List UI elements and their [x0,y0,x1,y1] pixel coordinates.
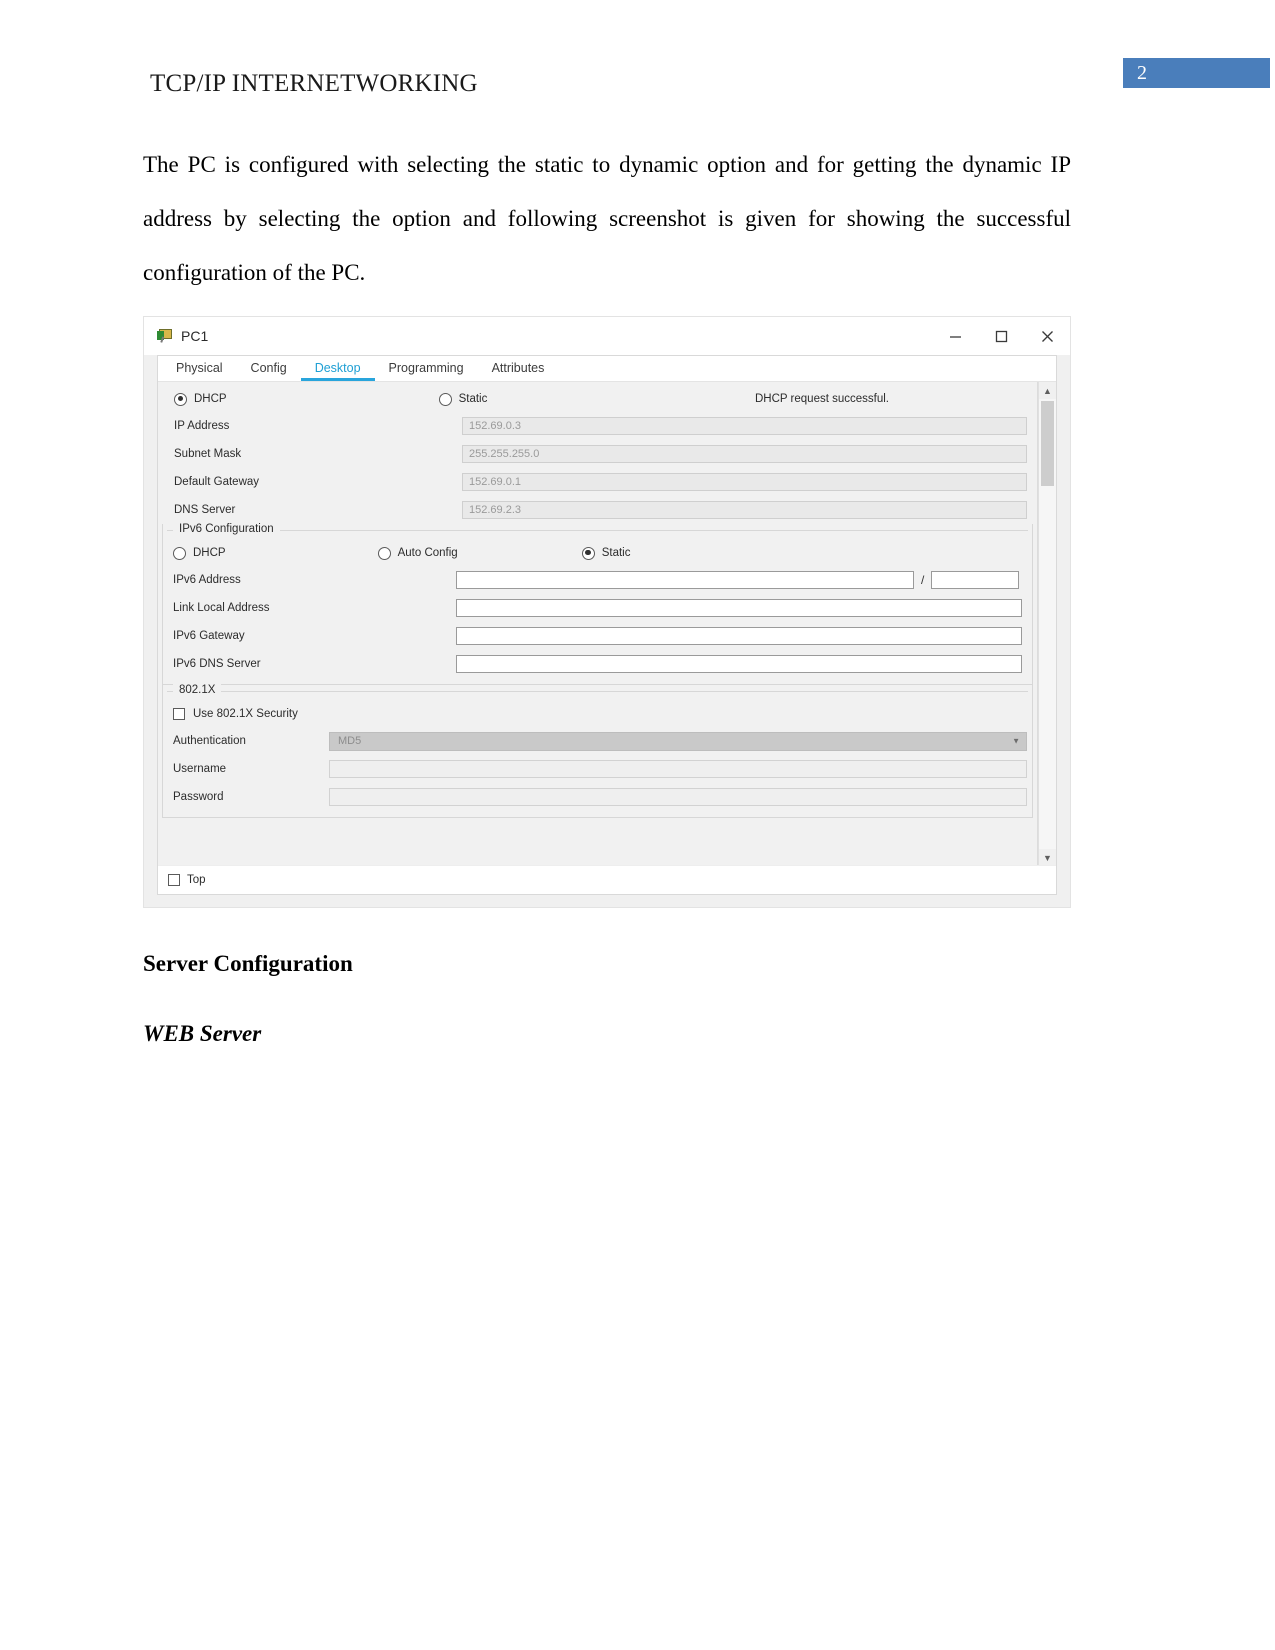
page-number-text: 2 [1137,61,1147,84]
label-ip-address: IP Address [174,420,230,432]
label-ipv6-dns-server: IPv6 DNS Server [173,658,261,670]
window-title-bar: PC1 [144,317,1070,355]
window-footer: Top [158,865,1056,894]
label-ipv6-address: IPv6 Address [173,574,241,586]
radio-ipv4-static-label: Static [458,393,488,405]
window-body: Physical Config Desktop Programming Attr… [157,355,1057,895]
heading-server-configuration: Server Configuration [143,951,353,976]
dropdown-authentication[interactable]: MD5 ▼ [329,731,1027,751]
dot1x-group-header: 802.1X [167,684,1028,697]
input-default-gateway[interactable]: 152.69.0.1 [462,473,1027,491]
input-dns-server[interactable]: 152.69.2.3 [462,501,1027,519]
field-row-ip-address: IP Address 152.69.0.3 [168,412,1027,440]
field-row-username: Username [167,755,1028,783]
input-ipv6-gateway[interactable] [456,627,1022,645]
ipv6-group-title: IPv6 Configuration [173,523,280,535]
dropdown-authentication-value: MD5 [338,735,362,747]
radio-ipv6-auto-config-label: Auto Config [397,547,458,559]
checkbox-use-8021x-security[interactable] [173,708,185,720]
pc-device-icon [157,328,173,346]
field-row-subnet-mask: Subnet Mask 255.255.255.0 [168,440,1027,468]
maximize-icon[interactable] [978,317,1024,355]
label-link-local-address: Link Local Address [173,602,270,614]
scrollbar-thumb[interactable] [1041,401,1054,486]
dot1x-enable-row: Use 802.1X Security [167,697,1028,727]
scroll-down-icon[interactable]: ▼ [1039,849,1056,866]
field-row-ipv6-address: IPv6 Address / [167,566,1028,594]
page-title: TCP/IP INTERNETWORKING [150,70,478,97]
input-link-local-address[interactable] [456,599,1022,617]
ipv4-configuration-section: DHCP Static DHCP request successful. IP … [158,382,1037,524]
field-row-password: Password [167,783,1028,811]
dhcp-status-text: DHCP request successful. [754,393,889,405]
input-username[interactable] [329,760,1027,778]
body-paragraph: The PC is configured with selecting the … [143,152,1071,285]
field-row-ipv6-gateway: IPv6 Gateway [167,622,1028,650]
vertical-scrollbar[interactable]: ▲ ▼ [1038,382,1056,866]
minimize-icon[interactable] [932,317,978,355]
radio-ipv6-auto-config[interactable] [377,546,391,560]
tab-physical[interactable]: Physical [162,357,237,381]
input-ipv6-address[interactable] [456,571,914,589]
input-ipv6-prefix[interactable] [931,571,1020,589]
input-ipv6-dns-server[interactable] [456,655,1022,673]
scroll-area: DHCP Static DHCP request successful. IP … [158,382,1056,866]
radio-ipv4-dhcp[interactable] [174,392,187,406]
label-dns-server: DNS Server [174,504,236,516]
heading-web-server: WEB Server [143,1021,262,1046]
field-row-link-local-address: Link Local Address [167,594,1028,622]
label-ipv6-gateway: IPv6 Gateway [173,630,245,642]
close-icon[interactable] [1024,317,1070,355]
window-controls [932,317,1070,355]
tab-programming[interactable]: Programming [375,357,478,381]
tab-config[interactable]: Config [237,357,301,381]
field-row-authentication: Authentication MD5 ▼ [167,727,1028,755]
label-use-8021x-security: Use 802.1X Security [193,708,298,720]
chevron-down-icon: ▼ [1012,736,1020,746]
dot1x-group: 802.1X Use 802.1X Security Authenticatio… [162,684,1033,818]
ip-configuration-panel: DHCP Static DHCP request successful. IP … [158,382,1038,866]
label-password: Password [173,791,224,803]
tab-bar: Physical Config Desktop Programming Attr… [158,356,1056,382]
packet-tracer-window: PC1 Physical Config Desktop Programming … [143,316,1071,908]
radio-ipv6-dhcp-label: DHCP [193,547,226,559]
label-subnet-mask: Subnet Mask [174,448,242,460]
radio-ipv6-static-label: Static [601,547,631,559]
radio-ipv4-dhcp-label: DHCP [194,393,227,405]
scroll-up-icon[interactable]: ▲ [1039,382,1056,399]
input-ip-address[interactable]: 152.69.0.3 [462,417,1027,435]
label-username: Username [173,763,227,775]
label-authentication: Authentication [173,735,246,747]
label-default-gateway: Default Gateway [174,476,260,488]
input-subnet-mask[interactable]: 255.255.255.0 [462,445,1027,463]
ipv6-prefix-separator: / [921,573,925,587]
radio-ipv4-static[interactable] [438,392,452,406]
ipv6-mode-row: DHCP Auto Config Static [167,536,1028,566]
input-password[interactable] [329,788,1027,806]
radio-ipv6-static[interactable] [581,546,595,560]
label-top: Top [187,874,206,886]
field-row-ipv6-dns-server: IPv6 DNS Server [167,650,1028,678]
page-number-badge: 2 [1123,58,1270,88]
dot1x-group-title: 802.1X [173,684,222,696]
window-title: PC1 [181,328,209,344]
field-row-dns-server: DNS Server 152.69.2.3 [168,496,1027,524]
ipv6-configuration-group: IPv6 Configuration DHCP Auto Config Stat… [162,523,1033,685]
radio-ipv6-dhcp[interactable] [173,546,186,560]
tab-attributes[interactable]: Attributes [478,357,559,381]
checkbox-top[interactable] [168,874,180,886]
field-row-default-gateway: Default Gateway 152.69.0.1 [168,468,1027,496]
ipv4-mode-row: DHCP Static DHCP request successful. [168,382,1027,412]
tab-desktop[interactable]: Desktop [300,357,375,381]
ipv6-group-header: IPv6 Configuration [167,523,1028,536]
